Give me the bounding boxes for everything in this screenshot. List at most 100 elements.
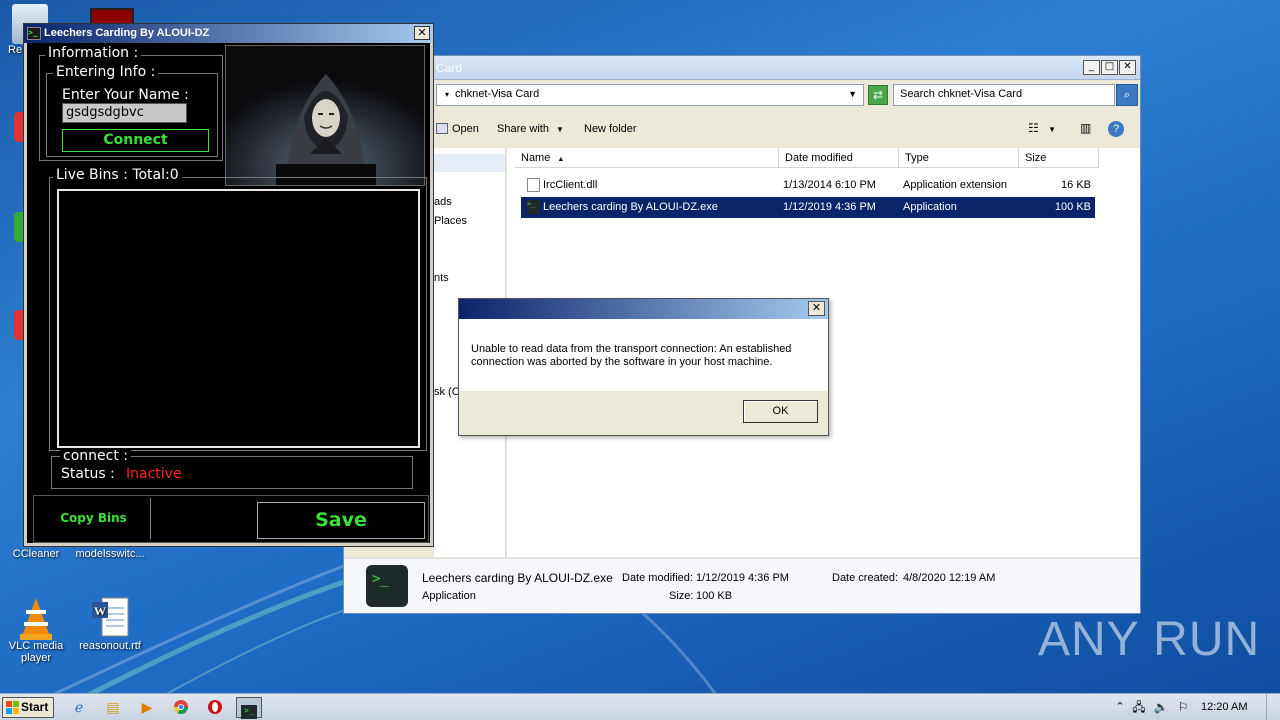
copy-bins-button[interactable]: Copy Bins <box>37 498 151 539</box>
anyrun-watermark: ANY RUN <box>1038 613 1261 666</box>
address-dropdown-icon[interactable]: ▼ <box>848 89 857 99</box>
search-placeholder: Search chknet-Visa Card <box>900 88 1023 100</box>
nav-item-documents[interactable]: nts <box>434 272 449 284</box>
name-field[interactable]: gsdgsdgbvc <box>62 103 187 123</box>
console-app-large-icon: >_ <box>366 565 408 607</box>
vlc-icon <box>16 596 56 640</box>
clock[interactable]: 12:20 AM <box>1201 701 1247 713</box>
file-row[interactable]: IrcClient.dll 1/13/2014 6:10 PM Applicat… <box>521 175 1095 196</box>
preview-pane-icon[interactable]: ▥ <box>1080 121 1091 135</box>
tray-expand-icon[interactable]: ⌃ <box>1113 697 1127 718</box>
modelsswitch-label: modelsswitc... <box>75 548 145 560</box>
taskbar: Start ℯ ▤ ▶ >_ ⌃ 🖧 🔈 ⚐ 12:20 AM <box>0 693 1280 720</box>
column-header-date[interactable]: Date modified <box>779 148 899 168</box>
file-type: Application extension <box>903 179 1007 191</box>
share-with-button[interactable]: Share with ▼ <box>497 123 564 135</box>
show-desktop-button[interactable] <box>1266 694 1280 720</box>
open-label: Open <box>452 123 479 135</box>
file-size: 16 KB <box>1061 179 1091 191</box>
column-header-type[interactable]: Type <box>899 148 1019 168</box>
recycle-bin-label: Re <box>8 44 23 56</box>
close-button[interactable]: ✕ <box>1119 60 1136 75</box>
search-input[interactable]: Search chknet-Visa Card <box>893 84 1115 106</box>
action-center-flag-icon[interactable]: ⚐ <box>1175 697 1191 718</box>
nav-item-downloads[interactable]: ads <box>434 196 452 208</box>
column-name-label: Name <box>521 152 551 164</box>
sort-up-icon: ▲ <box>557 156 565 163</box>
dll-file-icon <box>527 178 540 192</box>
details-size-label: Size: <box>669 590 694 602</box>
dialog-close-button[interactable]: ✕ <box>808 301 825 316</box>
start-button[interactable]: Start <box>2 697 54 718</box>
desktop-icon-reasonout[interactable]: W reasonout.rtf <box>74 596 146 652</box>
open-button[interactable]: Open <box>436 123 479 135</box>
file-row-selected[interactable]: >_ Leechers carding By ALOUI-DZ.exe 1/12… <box>521 197 1095 218</box>
details-size: 100 KB <box>696 590 733 602</box>
nav-selection <box>434 154 505 172</box>
leechers-taskbar-button[interactable]: >_ <box>236 697 262 719</box>
desktop-icon-modelsswitch[interactable]: modelsswitc... <box>74 548 146 560</box>
chrome-icon[interactable] <box>170 697 192 718</box>
details-pane: >_ Leechers carding By ALOUI-DZ.exe Date… <box>344 558 1140 613</box>
ok-button[interactable]: OK <box>743 400 818 423</box>
entering-info-label: Entering Info : <box>53 64 159 80</box>
app-title: Leechers Carding By ALOUI-DZ <box>44 27 210 39</box>
address-bar[interactable]: ▾ chknet-Visa Card ▼ <box>436 84 864 106</box>
file-name: IrcClient.dll <box>543 179 598 191</box>
status-value: Inactive <box>123 466 185 482</box>
desktop-icon-vlc[interactable]: VLC media player <box>0 596 72 664</box>
enter-name-label: Enter Your Name : <box>59 87 192 103</box>
address-chevron-icon: ▾ <box>445 90 450 99</box>
dialog-message: Unable to read data from the transport c… <box>459 319 828 391</box>
console-app-icon: >_ <box>527 200 540 214</box>
column-header-size[interactable]: Size <box>1019 148 1099 168</box>
windows-flag-icon <box>6 701 19 714</box>
app-titlebar[interactable]: >_ Leechers Carding By ALOUI-DZ ✕ <box>24 24 433 43</box>
file-date: 1/12/2019 4:36 PM <box>783 201 876 213</box>
console-taskbar-icon: >_ <box>241 705 257 719</box>
word-document-icon: W <box>90 596 130 637</box>
details-file-type: Application <box>422 590 476 602</box>
command-bar: Open Share with ▼ New folder ☷ ▼ ▥ ? <box>436 116 1140 142</box>
file-type: Application <box>903 201 957 213</box>
address-text: chknet-Visa Card <box>455 88 540 100</box>
nav-item-local-disk[interactable]: sk (C <box>434 386 460 398</box>
details-date-created: 4/8/2020 12:19 AM <box>903 572 996 584</box>
connect-button[interactable]: Connect <box>62 129 209 152</box>
desktop-icon-ccleaner[interactable]: CCleaner <box>0 548 72 560</box>
file-size: 100 KB <box>1054 201 1091 213</box>
system-tray: ⌃ 🖧 🔈 ⚐ 12:20 AM <box>1105 694 1280 720</box>
connect-label: connect : <box>60 448 131 464</box>
details-file-name: Leechers carding By ALOUI-DZ.exe <box>422 571 613 585</box>
search-icon[interactable]: ⌕ <box>1116 84 1138 106</box>
details-date-modified-label: Date modified: <box>622 572 693 584</box>
error-dialog[interactable]: ✕ Unable to read data from the transport… <box>458 298 829 436</box>
ie-icon[interactable]: ℯ <box>68 697 90 718</box>
status-label: Status : <box>58 466 118 482</box>
vlc-label: VLC media player <box>8 640 64 664</box>
chevron-down-icon: ▼ <box>556 125 564 134</box>
network-icon[interactable]: 🖧 <box>1131 697 1147 718</box>
save-button[interactable]: Save <box>257 502 425 539</box>
share-with-label: Share with <box>497 123 549 135</box>
app-body: Information : Entering Info : Enter Your… <box>27 43 430 543</box>
file-date: 1/13/2014 6:10 PM <box>783 179 876 191</box>
opera-icon[interactable] <box>204 697 226 718</box>
help-icon[interactable]: ? <box>1108 121 1124 137</box>
bins-list[interactable] <box>57 189 420 448</box>
minimize-button[interactable]: _ <box>1083 60 1100 75</box>
volume-icon[interactable]: 🔈 <box>1153 697 1169 718</box>
app-close-button[interactable]: ✕ <box>414 26 430 40</box>
explorer-folder-icon[interactable]: ▤ <box>102 697 124 718</box>
maximize-button[interactable]: □ <box>1101 60 1118 75</box>
leechers-app-window[interactable]: >_ Leechers Carding By ALOUI-DZ ✕ Inform… <box>23 23 434 547</box>
explorer-titlebar[interactable]: Card _ □ ✕ <box>344 56 1140 80</box>
column-header-name[interactable]: Name ▲ <box>515 148 779 168</box>
view-options-icon[interactable]: ☷ ▼ <box>1028 121 1056 135</box>
dialog-titlebar[interactable]: ✕ <box>459 299 828 319</box>
nav-item-recent-places[interactable]: Places <box>434 215 467 227</box>
information-label: Information : <box>45 45 142 61</box>
new-folder-button[interactable]: New folder <box>584 123 637 135</box>
media-player-icon[interactable]: ▶ <box>136 697 158 718</box>
refresh-icon[interactable]: ⇄ <box>868 85 888 105</box>
